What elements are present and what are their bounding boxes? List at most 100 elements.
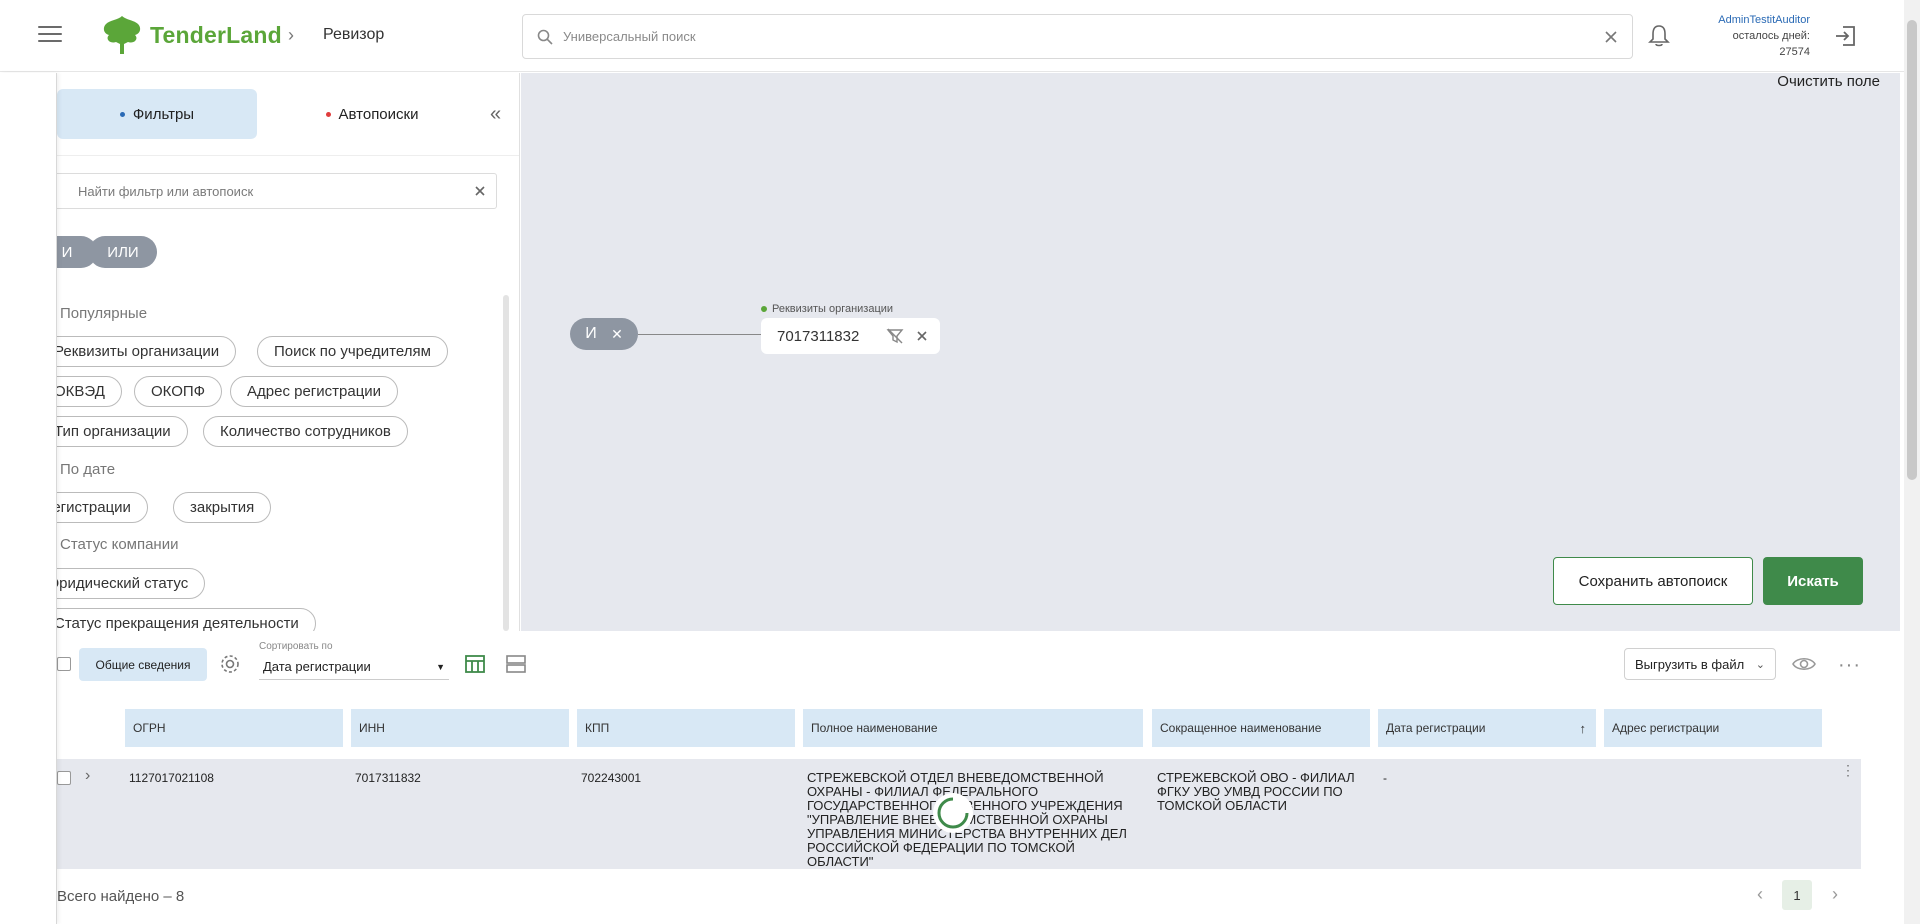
global-search-input[interactable] — [563, 29, 1604, 44]
page-scrollbar-thumb[interactable] — [1907, 20, 1917, 480]
cell-short-name: СТРЕЖЕВСКОЙ ОВО - ФИЛИАЛ ФГКУ УВО УМВД Р… — [1157, 770, 1355, 813]
search-button[interactable]: Искать — [1763, 557, 1863, 605]
col-address[interactable]: Адрес регистрации — [1604, 709, 1822, 747]
logout-icon[interactable] — [1833, 24, 1857, 53]
sort-value: Дата регистрации — [263, 659, 371, 674]
page-number[interactable]: 1 — [1782, 880, 1812, 910]
col-inn[interactable]: ИНН — [351, 709, 569, 747]
sort-up-icon[interactable]: ↑ — [1580, 721, 1587, 736]
tab-dot-icon — [325, 111, 331, 117]
logo[interactable]: TenderLand — [100, 14, 282, 56]
section-popular: Популярные — [60, 305, 148, 322]
export-dropdown[interactable]: Выгрузить в файл ⌄ — [1624, 648, 1776, 680]
results-toolbar: Общие сведения Сортировать по Дата регис… — [57, 631, 1900, 697]
menu-icon[interactable] — [38, 26, 62, 44]
chip-requisites[interactable]: Реквизиты организации — [57, 336, 237, 367]
col-full-name[interactable]: Полное наименование — [803, 709, 1143, 747]
collapse-panel-icon[interactable]: « — [490, 103, 501, 126]
chip-org-type[interactable]: Тип организации — [57, 416, 188, 447]
tab-dot-icon — [119, 111, 125, 117]
more-icon[interactable]: ··· — [1838, 654, 1861, 677]
expand-row-icon[interactable]: › — [85, 767, 90, 785]
close-icon[interactable]: ✕ — [611, 326, 623, 343]
total-count: Всего найдено – 8 — [57, 888, 185, 905]
prev-page-icon[interactable]: ‹ — [1757, 884, 1763, 905]
root-and-label: И — [585, 325, 597, 342]
tab-filters[interactable]: Фильтры — [57, 89, 257, 139]
table-header: ОГРН ИНН КПП Полное наименование Сокраще… — [57, 709, 1861, 747]
card-view-icon[interactable] — [505, 653, 527, 680]
filter-scrollbar[interactable] — [503, 295, 509, 631]
general-info-button[interactable]: Общие сведения — [79, 648, 207, 681]
filter-search-input[interactable] — [78, 183, 474, 199]
tab-autosearches-label: Автопоиски — [338, 105, 419, 123]
bell-icon[interactable] — [1648, 24, 1670, 53]
chip-closing[interactable]: закрытия — [173, 492, 272, 523]
col-reg-date-label: Дата регистрации — [1386, 721, 1486, 735]
chip-okopf[interactable]: ОКОПФ — [134, 376, 223, 407]
close-icon[interactable] — [916, 330, 928, 342]
cell-kpp: 702243001 — [581, 771, 642, 785]
section-company-status: Статус компании — [60, 536, 179, 553]
col-ogrn[interactable]: ОГРН — [125, 709, 343, 747]
chip-address[interactable]: Адрес регистрации — [230, 376, 399, 407]
days-left-label: осталось дней: — [1732, 30, 1810, 42]
chip-termination-status[interactable]: Статус прекращения деятельности — [57, 608, 316, 631]
node-connector — [638, 334, 762, 335]
filter-canvas[interactable]: Очистить поле И ✕ Реквизиты организации … — [521, 73, 1900, 631]
root-and-node[interactable]: И ✕ — [570, 318, 638, 350]
chevron-right-icon: › — [288, 25, 294, 45]
chip-employees[interactable]: Количество сотрудников — [203, 416, 408, 447]
chip-okved[interactable]: ОКВЭД — [57, 376, 122, 407]
user-name[interactable]: AdminTestitAuditor — [1700, 12, 1810, 28]
days-left-value: 27574 — [1779, 46, 1810, 58]
sort-dropdown[interactable]: Дата регистрации ▼ — [259, 654, 449, 680]
filter-off-icon[interactable] — [886, 328, 904, 344]
filter-node-label: Реквизиты организации — [761, 303, 893, 315]
table-row[interactable]: › 1127017021108 7017311832 702243001 СТР… — [57, 759, 1861, 869]
filter-node[interactable]: 7017311832 — [761, 318, 940, 354]
select-all-checkbox[interactable] — [57, 657, 71, 671]
cell-inn: 7017311832 — [355, 771, 421, 785]
sort-label: Сортировать по — [259, 641, 333, 652]
cell-full-name: СТРЕЖЕВСКОЙ ОТДЕЛ ВНЕВЕДОМСТВЕННОЙ ОХРАН… — [807, 770, 1127, 869]
filter-node-value[interactable]: 7017311832 — [777, 328, 886, 345]
cell-ogrn: 1127017021108 — [129, 771, 214, 785]
logo-text: TenderLand — [150, 21, 282, 48]
loading-spinner-icon — [931, 791, 975, 840]
clear-canvas-button[interactable]: Очистить поле — [1777, 73, 1880, 90]
sort-select[interactable]: Сортировать по Дата регистрации ▼ — [259, 641, 449, 680]
tab-filters-label: Фильтры — [132, 105, 195, 123]
row-menu-icon[interactable]: ⋮ — [1841, 763, 1855, 777]
save-autosearch-button[interactable]: Сохранить автопоиск — [1553, 557, 1753, 605]
close-icon[interactable] — [474, 185, 486, 197]
cell-reg-date: - — [1383, 771, 1387, 785]
logic-or-button[interactable]: ИЛИ — [89, 236, 157, 268]
col-reg-date[interactable]: Дата регистрации ↑ — [1378, 709, 1596, 747]
col-short-name[interactable]: Сокращенное наименование — [1152, 709, 1370, 747]
chip-legal-status[interactable]: Юридический статус — [57, 568, 206, 599]
user-info[interactable]: AdminTestitAuditor осталось дней: 27574 — [1700, 12, 1810, 60]
filter-node-title: Реквизиты организации — [772, 303, 894, 315]
status-dot-icon — [761, 306, 767, 312]
breadcrumb[interactable]: Ревизор — [323, 26, 384, 44]
filter-search[interactable] — [57, 173, 497, 209]
table-view-icon[interactable] — [464, 653, 486, 680]
row-checkbox[interactable] — [57, 771, 71, 785]
section-by-date: По дате — [60, 461, 116, 478]
gear-icon[interactable] — [219, 653, 241, 680]
chip-registration[interactable]: регистрации — [57, 492, 148, 523]
next-page-icon[interactable]: › — [1832, 884, 1838, 905]
chip-founders[interactable]: Поиск по учредителям — [257, 336, 448, 367]
tree-logo-icon — [103, 16, 141, 54]
chevron-down-icon: ⌄ — [1755, 658, 1765, 671]
tab-autosearches[interactable]: Автопоиски — [272, 89, 472, 139]
col-kpp[interactable]: КПП — [577, 709, 795, 747]
eye-icon[interactable] — [1792, 653, 1816, 680]
global-search[interactable] — [522, 14, 1633, 59]
filter-panel: Фильтры Автопоиски « И ИЛИ Популярные Ре… — [57, 73, 520, 631]
export-label: Выгрузить в файл — [1635, 656, 1745, 672]
close-icon[interactable] — [1604, 30, 1618, 44]
divider — [57, 155, 519, 156]
side-drawer — [0, 73, 57, 924]
